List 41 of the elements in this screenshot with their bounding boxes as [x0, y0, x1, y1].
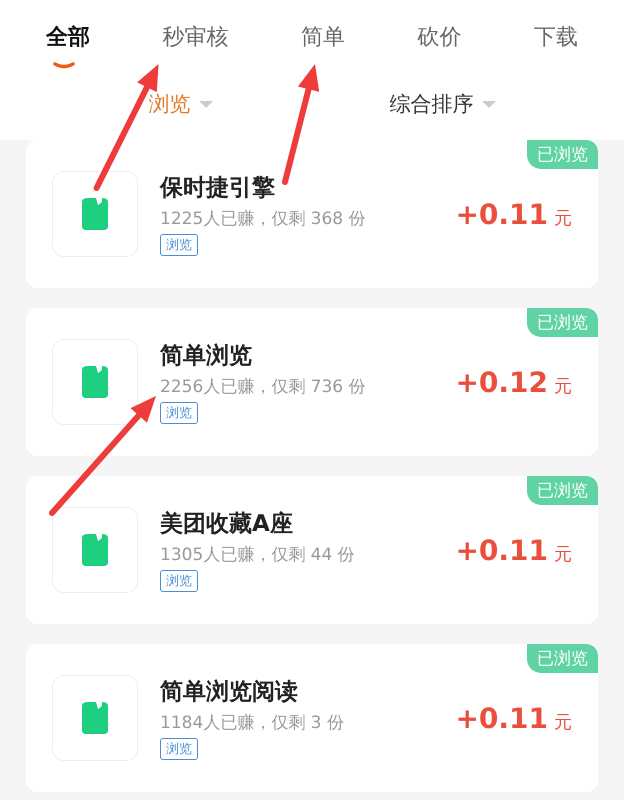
viewed-badge: 已浏览	[527, 308, 598, 337]
app-icon	[52, 339, 138, 425]
viewed-badge: 已浏览	[527, 644, 598, 673]
task-stats: 1305人已赚，仅剩 44 份	[160, 544, 356, 566]
filter-dropdown[interactable]: 综合排序	[390, 90, 474, 118]
tab[interactable]: 简单	[300, 22, 345, 54]
tab[interactable]: 下载	[534, 22, 578, 54]
reward-amount: +0.11	[455, 702, 548, 734]
task-card[interactable]: 已浏览 简单浏览 2256人已赚，仅剩 736 份 浏览 +0.12 元	[26, 308, 598, 456]
task-card[interactable]: 已浏览 美团收藏A座 1305人已赚，仅剩 44 份 浏览 +0.11 元	[26, 476, 598, 624]
currency-unit: 元	[554, 206, 572, 230]
task-stats: 2256人已赚，仅剩 736 份	[160, 376, 367, 398]
viewed-badge: 已浏览	[527, 140, 598, 169]
task-title: 简单浏览阅读	[160, 678, 299, 707]
task-tag: 浏览	[160, 234, 198, 256]
reward-amount: +0.11	[455, 534, 548, 566]
tab[interactable]: 全部	[46, 22, 90, 54]
reward-amount: +0.11	[455, 198, 548, 230]
currency-unit: 元	[554, 374, 572, 398]
task-title: 美团收藏A座	[160, 510, 294, 539]
task-title: 简单浏览	[160, 342, 253, 371]
viewed-badge: 已浏览	[527, 476, 598, 505]
reward-amount: +0.12	[455, 366, 548, 398]
app-icon	[52, 171, 138, 257]
task-tag: 浏览	[160, 570, 198, 592]
caret-icon	[198, 100, 212, 108]
caret-icon	[482, 100, 496, 108]
app-icon	[52, 507, 138, 593]
currency-unit: 元	[554, 710, 572, 734]
task-card[interactable]: 已浏览 简单浏览阅读 1184人已赚，仅剩 3 份 浏览 +0.11 元	[26, 644, 598, 792]
tab[interactable]: 秒审核	[162, 22, 229, 54]
tab-indicator	[53, 62, 76, 70]
task-stats: 1184人已赚，仅剩 3 份	[160, 712, 345, 734]
currency-unit: 元	[554, 542, 572, 566]
task-card[interactable]: 已浏览 保时捷引擎 1225人已赚，仅剩 368 份 浏览 +0.11 元	[26, 140, 598, 288]
task-stats: 1225人已赚，仅剩 368 份	[160, 208, 367, 230]
app-icon	[52, 675, 138, 761]
tab[interactable]: 砍价	[417, 22, 462, 54]
task-title: 保时捷引擎	[160, 174, 276, 203]
task-tag: 浏览	[160, 738, 198, 760]
task-tag: 浏览	[160, 402, 198, 424]
